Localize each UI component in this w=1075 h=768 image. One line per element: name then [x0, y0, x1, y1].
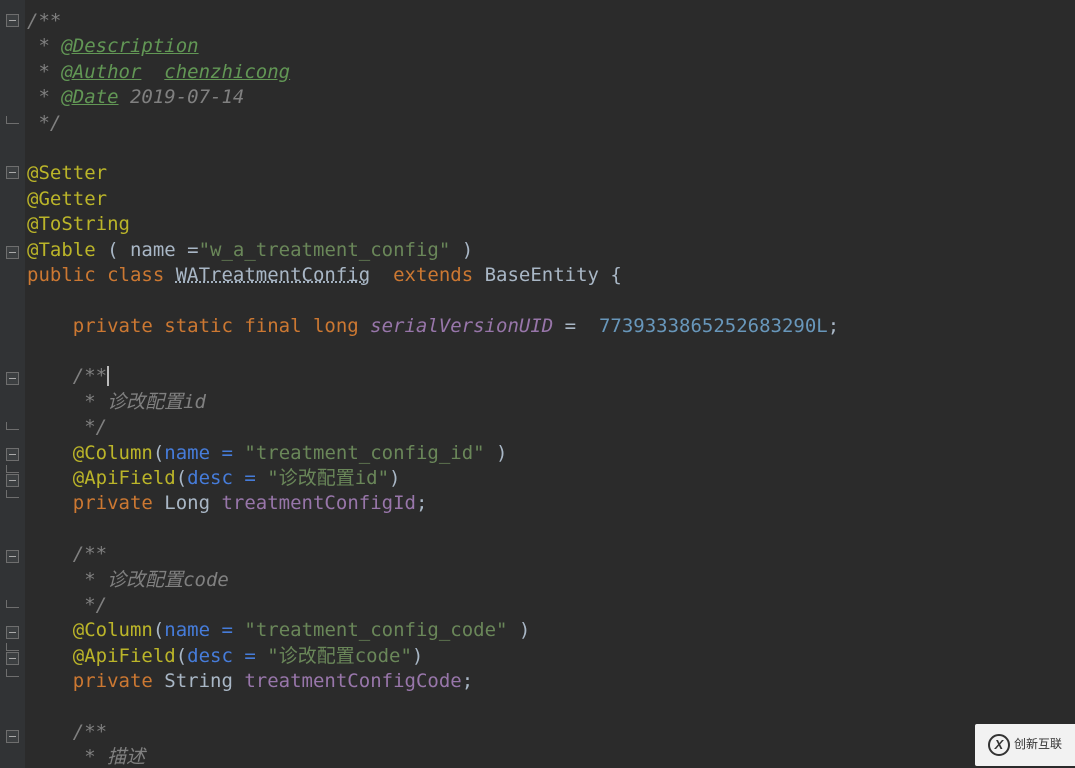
- keyword: private: [27, 670, 164, 692]
- code-area[interactable]: /** * @Description * @Author chenzhicong…: [25, 0, 1075, 768]
- code-text: @Author: [61, 61, 141, 83]
- code-text: [27, 645, 73, 667]
- fold-icon[interactable]: [6, 474, 19, 487]
- fold-icon[interactable]: [6, 730, 19, 743]
- code-text: 2019-07-14: [119, 86, 245, 108]
- annotation: @Table: [27, 239, 107, 261]
- code-text: [27, 619, 73, 641]
- code-text: */: [27, 416, 107, 438]
- fold-icon[interactable]: [6, 166, 19, 179]
- current-line-highlight: [25, 364, 1075, 389]
- code-text: /**: [27, 543, 107, 565]
- annotation: @Setter: [27, 162, 107, 184]
- fold-end-icon[interactable]: [6, 422, 19, 430]
- code-text: */: [27, 594, 107, 616]
- fold-end-icon[interactable]: [6, 643, 19, 651]
- code-text: name =: [164, 619, 244, 641]
- code-text: (: [107, 239, 130, 261]
- code-text: ): [485, 442, 508, 464]
- code-text: *: [27, 86, 61, 108]
- annotation: @Column: [73, 442, 153, 464]
- field: serialVersionUID: [370, 315, 553, 337]
- fold-icon[interactable]: [6, 626, 19, 639]
- code-text: (: [153, 619, 164, 641]
- class-name: WATreatmentConfig: [176, 264, 370, 286]
- fold-end-icon[interactable]: [6, 116, 19, 124]
- code-text: ): [507, 619, 530, 641]
- code-editor[interactable]: /** * @Description * @Author chenzhicong…: [0, 0, 1075, 768]
- text-caret: [107, 366, 109, 386]
- code-text: (: [176, 467, 187, 489]
- code-text: name =: [130, 239, 199, 261]
- code-text: /**: [27, 365, 107, 387]
- code-text: [27, 442, 73, 464]
- code-text: [141, 61, 164, 83]
- code-text: * 诊改配置id: [27, 391, 206, 413]
- watermark-badge: X 创新互联: [975, 724, 1075, 766]
- fold-end-icon[interactable]: [6, 600, 19, 608]
- watermark-logo-icon: X: [988, 734, 1010, 756]
- fold-icon[interactable]: [6, 550, 19, 563]
- code-text: * 描述: [27, 746, 145, 768]
- code-text: /**: [27, 10, 61, 32]
- code-text: desc =: [187, 645, 267, 667]
- keyword: public class: [27, 264, 176, 286]
- code-text: * 诊改配置code: [27, 569, 229, 591]
- code-text: {: [610, 264, 621, 286]
- field: treatmentConfigId: [221, 492, 415, 514]
- code-text: ): [412, 645, 423, 667]
- code-text: String: [164, 670, 244, 692]
- code-text: ;: [828, 315, 839, 337]
- code-text: name =: [164, 442, 244, 464]
- fold-end-icon[interactable]: [6, 669, 19, 677]
- fold-icon[interactable]: [6, 652, 19, 665]
- annotation: @ApiField: [73, 467, 176, 489]
- annotation: @ToString: [27, 213, 130, 235]
- code-text: */: [27, 112, 61, 134]
- code-text: @Description: [61, 35, 198, 57]
- code-text: *: [27, 61, 61, 83]
- code-text: *: [27, 35, 61, 57]
- fold-icon[interactable]: [6, 448, 19, 461]
- string-literal: "w_a_treatment_config": [199, 239, 451, 261]
- string-literal: "treatment_config_code": [244, 619, 507, 641]
- fold-icon[interactable]: [6, 372, 19, 385]
- code-text: @Date: [61, 86, 118, 108]
- code-text: Long: [164, 492, 221, 514]
- code-text: (: [176, 645, 187, 667]
- gutter: [0, 0, 25, 768]
- code-text: desc =: [187, 467, 267, 489]
- keyword: private: [27, 492, 164, 514]
- code-text: ): [389, 467, 400, 489]
- code-text: chenzhicong: [164, 61, 290, 83]
- fold-end-icon[interactable]: [6, 490, 19, 498]
- code-text: [27, 467, 73, 489]
- string-literal: "诊改配置code": [267, 645, 412, 667]
- string-literal: "诊改配置id": [267, 467, 389, 489]
- string-literal: "treatment_config_id": [244, 442, 484, 464]
- code-text: ): [450, 239, 473, 261]
- watermark-logo-letter: X: [995, 732, 1004, 757]
- code-text: ;: [462, 670, 473, 692]
- fold-icon[interactable]: [6, 246, 19, 259]
- code-text: ;: [416, 492, 427, 514]
- fold-icon[interactable]: [6, 14, 19, 27]
- annotation: @Getter: [27, 188, 107, 210]
- code-text: BaseEntity: [485, 264, 611, 286]
- keyword: private static final long: [27, 315, 370, 337]
- code-text: (: [153, 442, 164, 464]
- watermark-text: 创新互联: [1014, 732, 1062, 757]
- fold-end-icon[interactable]: [6, 465, 19, 473]
- annotation: @Column: [73, 619, 153, 641]
- number: 7739333865252683290L: [599, 315, 828, 337]
- annotation: @ApiField: [73, 645, 176, 667]
- code-text: /**: [27, 721, 107, 743]
- field: treatmentConfigCode: [244, 670, 461, 692]
- keyword: extends: [370, 264, 484, 286]
- code-text: =: [553, 315, 599, 337]
